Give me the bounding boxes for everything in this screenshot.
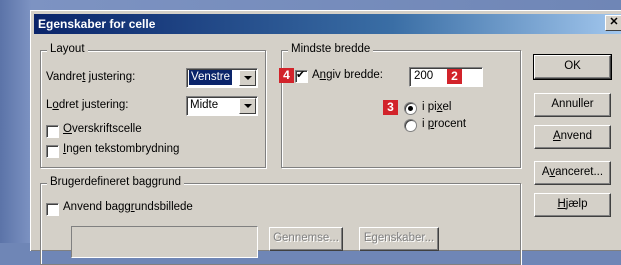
browse-button[interactable]: Gennemse... (269, 227, 343, 251)
pixel-label[interactable]: i pixel (422, 101, 451, 113)
cancel-button[interactable]: Annuller (534, 93, 611, 117)
no-wrap-label[interactable]: Ingen tekstombrydning (63, 143, 179, 155)
cell-properties-dialog: Egenskaber for celle Layout Vandret just… (30, 10, 621, 265)
background-legend: Brugerdefineret baggrund (47, 176, 185, 188)
background-image-path (71, 226, 258, 258)
horizontal-alignment-label: Vandret justering: (46, 71, 136, 83)
pixel-radio[interactable] (404, 102, 417, 115)
percent-label[interactable]: i procent (422, 118, 466, 130)
layout-legend: Layout (47, 43, 88, 55)
header-cell-checkbox[interactable] (46, 125, 59, 138)
vertical-alignment-value: Midte (190, 99, 219, 111)
background-group: Brugerdefineret baggrund Anvend baggrund… (40, 176, 521, 265)
background-image-checkbox[interactable] (46, 203, 59, 216)
horizontal-alignment-select[interactable]: Venstre (186, 68, 258, 88)
vertical-alignment-select[interactable]: Midte (186, 96, 258, 116)
layout-group: Layout Vandret justering: Venstre Lodret… (40, 43, 266, 168)
help-button[interactable]: Hjælp (534, 193, 611, 217)
ok-button[interactable]: OK (533, 54, 612, 80)
window-title: Egenskaber for celle (38, 17, 156, 31)
close-icon[interactable]: ✕ (605, 15, 621, 31)
specify-width-label[interactable]: Angiv bredde: (312, 69, 383, 81)
horizontal-alignment-value: Venstre (189, 70, 232, 85)
background-image-label[interactable]: Anvend baggrundsbillede (63, 201, 193, 213)
width-input-value: 200 (414, 70, 434, 82)
advanced-button[interactable]: Avanceret... (534, 161, 611, 185)
image-properties-button[interactable]: Egenskaber... (359, 227, 439, 251)
chevron-down-icon[interactable] (239, 70, 256, 86)
chevron-down-icon[interactable] (239, 98, 256, 114)
callout-badge-2: 2 (447, 69, 462, 84)
min-width-group: Mindste bredde 4 Angiv bredde: 200 2 3 i… (279, 43, 521, 168)
apply-button[interactable]: Anvend (534, 125, 611, 149)
width-input[interactable]: 200 (409, 67, 483, 87)
vertical-alignment-label: Lodret justering: (46, 99, 129, 111)
title-bar: Egenskaber for celle (34, 14, 621, 34)
callout-badge-4: 4 (279, 68, 294, 83)
specify-width-checkbox[interactable] (295, 68, 308, 83)
header-cell-label[interactable]: Overskriftscelle (63, 123, 142, 135)
min-width-legend: Mindste bredde (288, 43, 374, 55)
no-wrap-checkbox[interactable] (46, 145, 59, 158)
callout-badge-3: 3 (383, 100, 398, 115)
percent-radio[interactable] (404, 119, 417, 132)
